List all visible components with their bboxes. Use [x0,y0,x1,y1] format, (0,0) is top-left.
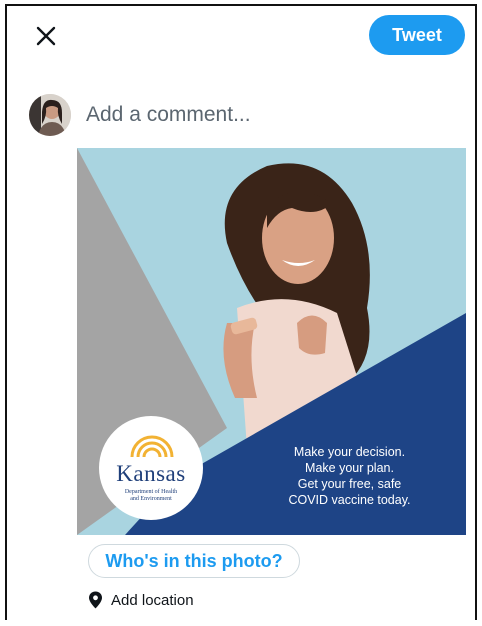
location-pin-icon [89,591,102,609]
attached-photo[interactable]: Kansas Department of Health and Environm… [77,148,466,535]
comment-input[interactable] [86,100,446,130]
tag-people-button[interactable]: Who's in this photo? [88,544,300,578]
add-location-button[interactable]: Add location [88,590,194,610]
logo-wordmark: Kansas [116,461,186,486]
avatar[interactable] [29,94,71,136]
kansas-logo: Kansas Department of Health and Environm… [99,416,203,520]
ad-caption: Make your decision. Make your plan. Get … [288,445,411,507]
logo-subtitle: Department of Health and Environment [124,489,178,502]
tweet-button[interactable]: Tweet [369,15,465,55]
location-label: Add location [111,591,194,609]
close-icon[interactable] [34,24,58,48]
